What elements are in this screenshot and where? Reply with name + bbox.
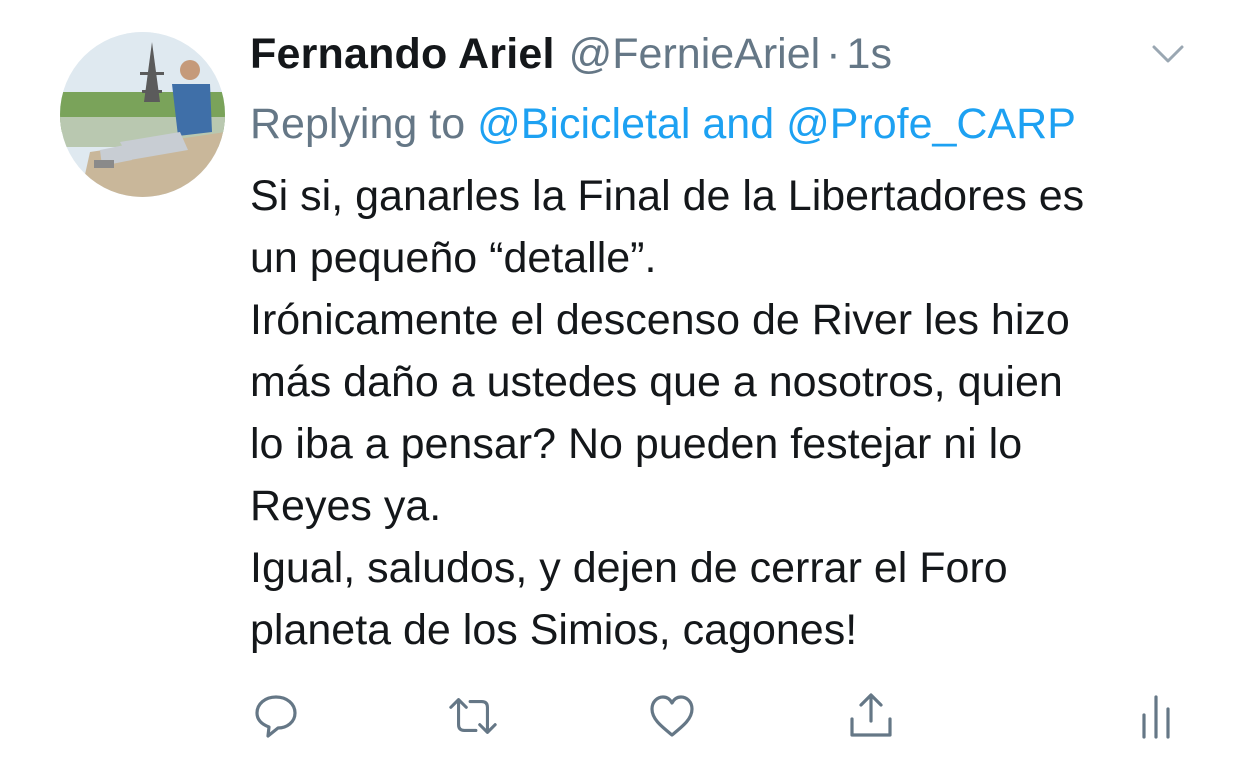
analytics-button[interactable] bbox=[1130, 690, 1182, 742]
mention-link[interactable]: @Profe_CARP bbox=[786, 100, 1076, 148]
replying-to-label: Replying to bbox=[250, 100, 466, 148]
tweet-text-line: un pequeño “detalle”. bbox=[250, 234, 657, 282]
retweet-button[interactable] bbox=[447, 690, 499, 742]
tweet-body: Si si, ganarles la Final de la Libertado… bbox=[250, 165, 1210, 661]
avatar-image bbox=[60, 32, 225, 197]
tweet[interactable]: Fernando Ariel @FernieAriel · 1s Replyin… bbox=[0, 0, 1242, 766]
tweet-text-line: más daño a ustedes que a nosotros, quien bbox=[250, 358, 1063, 406]
author-handle[interactable]: @FernieAriel bbox=[569, 26, 821, 82]
separator-dot: · bbox=[826, 30, 841, 78]
reply-icon bbox=[255, 695, 297, 738]
share-button[interactable] bbox=[845, 690, 897, 742]
avatar[interactable] bbox=[60, 32, 225, 197]
tweet-text-line: Reyes ya. bbox=[250, 482, 442, 530]
analytics-icon bbox=[1142, 695, 1170, 739]
tweet-text-line: planeta de los Simios, cagones! bbox=[250, 606, 858, 654]
tweet-text-line: Irónicamente el descenso de River les hi… bbox=[250, 296, 1070, 344]
mention-link[interactable]: @Bicicletal bbox=[477, 100, 690, 148]
reply-button[interactable] bbox=[250, 690, 302, 742]
tweet-text-line: Si si, ganarles la Final de la Libertado… bbox=[250, 172, 1085, 220]
timestamp[interactable]: 1s bbox=[847, 26, 892, 82]
share-icon bbox=[850, 693, 892, 737]
author-name[interactable]: Fernando Ariel bbox=[250, 26, 555, 82]
chevron-down-icon[interactable] bbox=[1148, 34, 1188, 74]
tweet-header: Fernando Ariel @FernieAriel · 1s bbox=[250, 26, 892, 82]
like-button[interactable] bbox=[646, 690, 698, 742]
retweet-icon bbox=[449, 698, 497, 734]
mention-conjunction: and bbox=[702, 100, 775, 148]
tweet-text-line: lo iba a pensar? No pueden festejar ni l… bbox=[250, 420, 1023, 468]
tweet-actions bbox=[0, 690, 1242, 746]
tweet-text-line: Igual, saludos, y dejen de cerrar el For… bbox=[250, 544, 1008, 592]
heart-icon bbox=[650, 695, 694, 737]
replying-to: Replying to @Bicicletal and @Profe_CARP bbox=[250, 96, 1076, 152]
